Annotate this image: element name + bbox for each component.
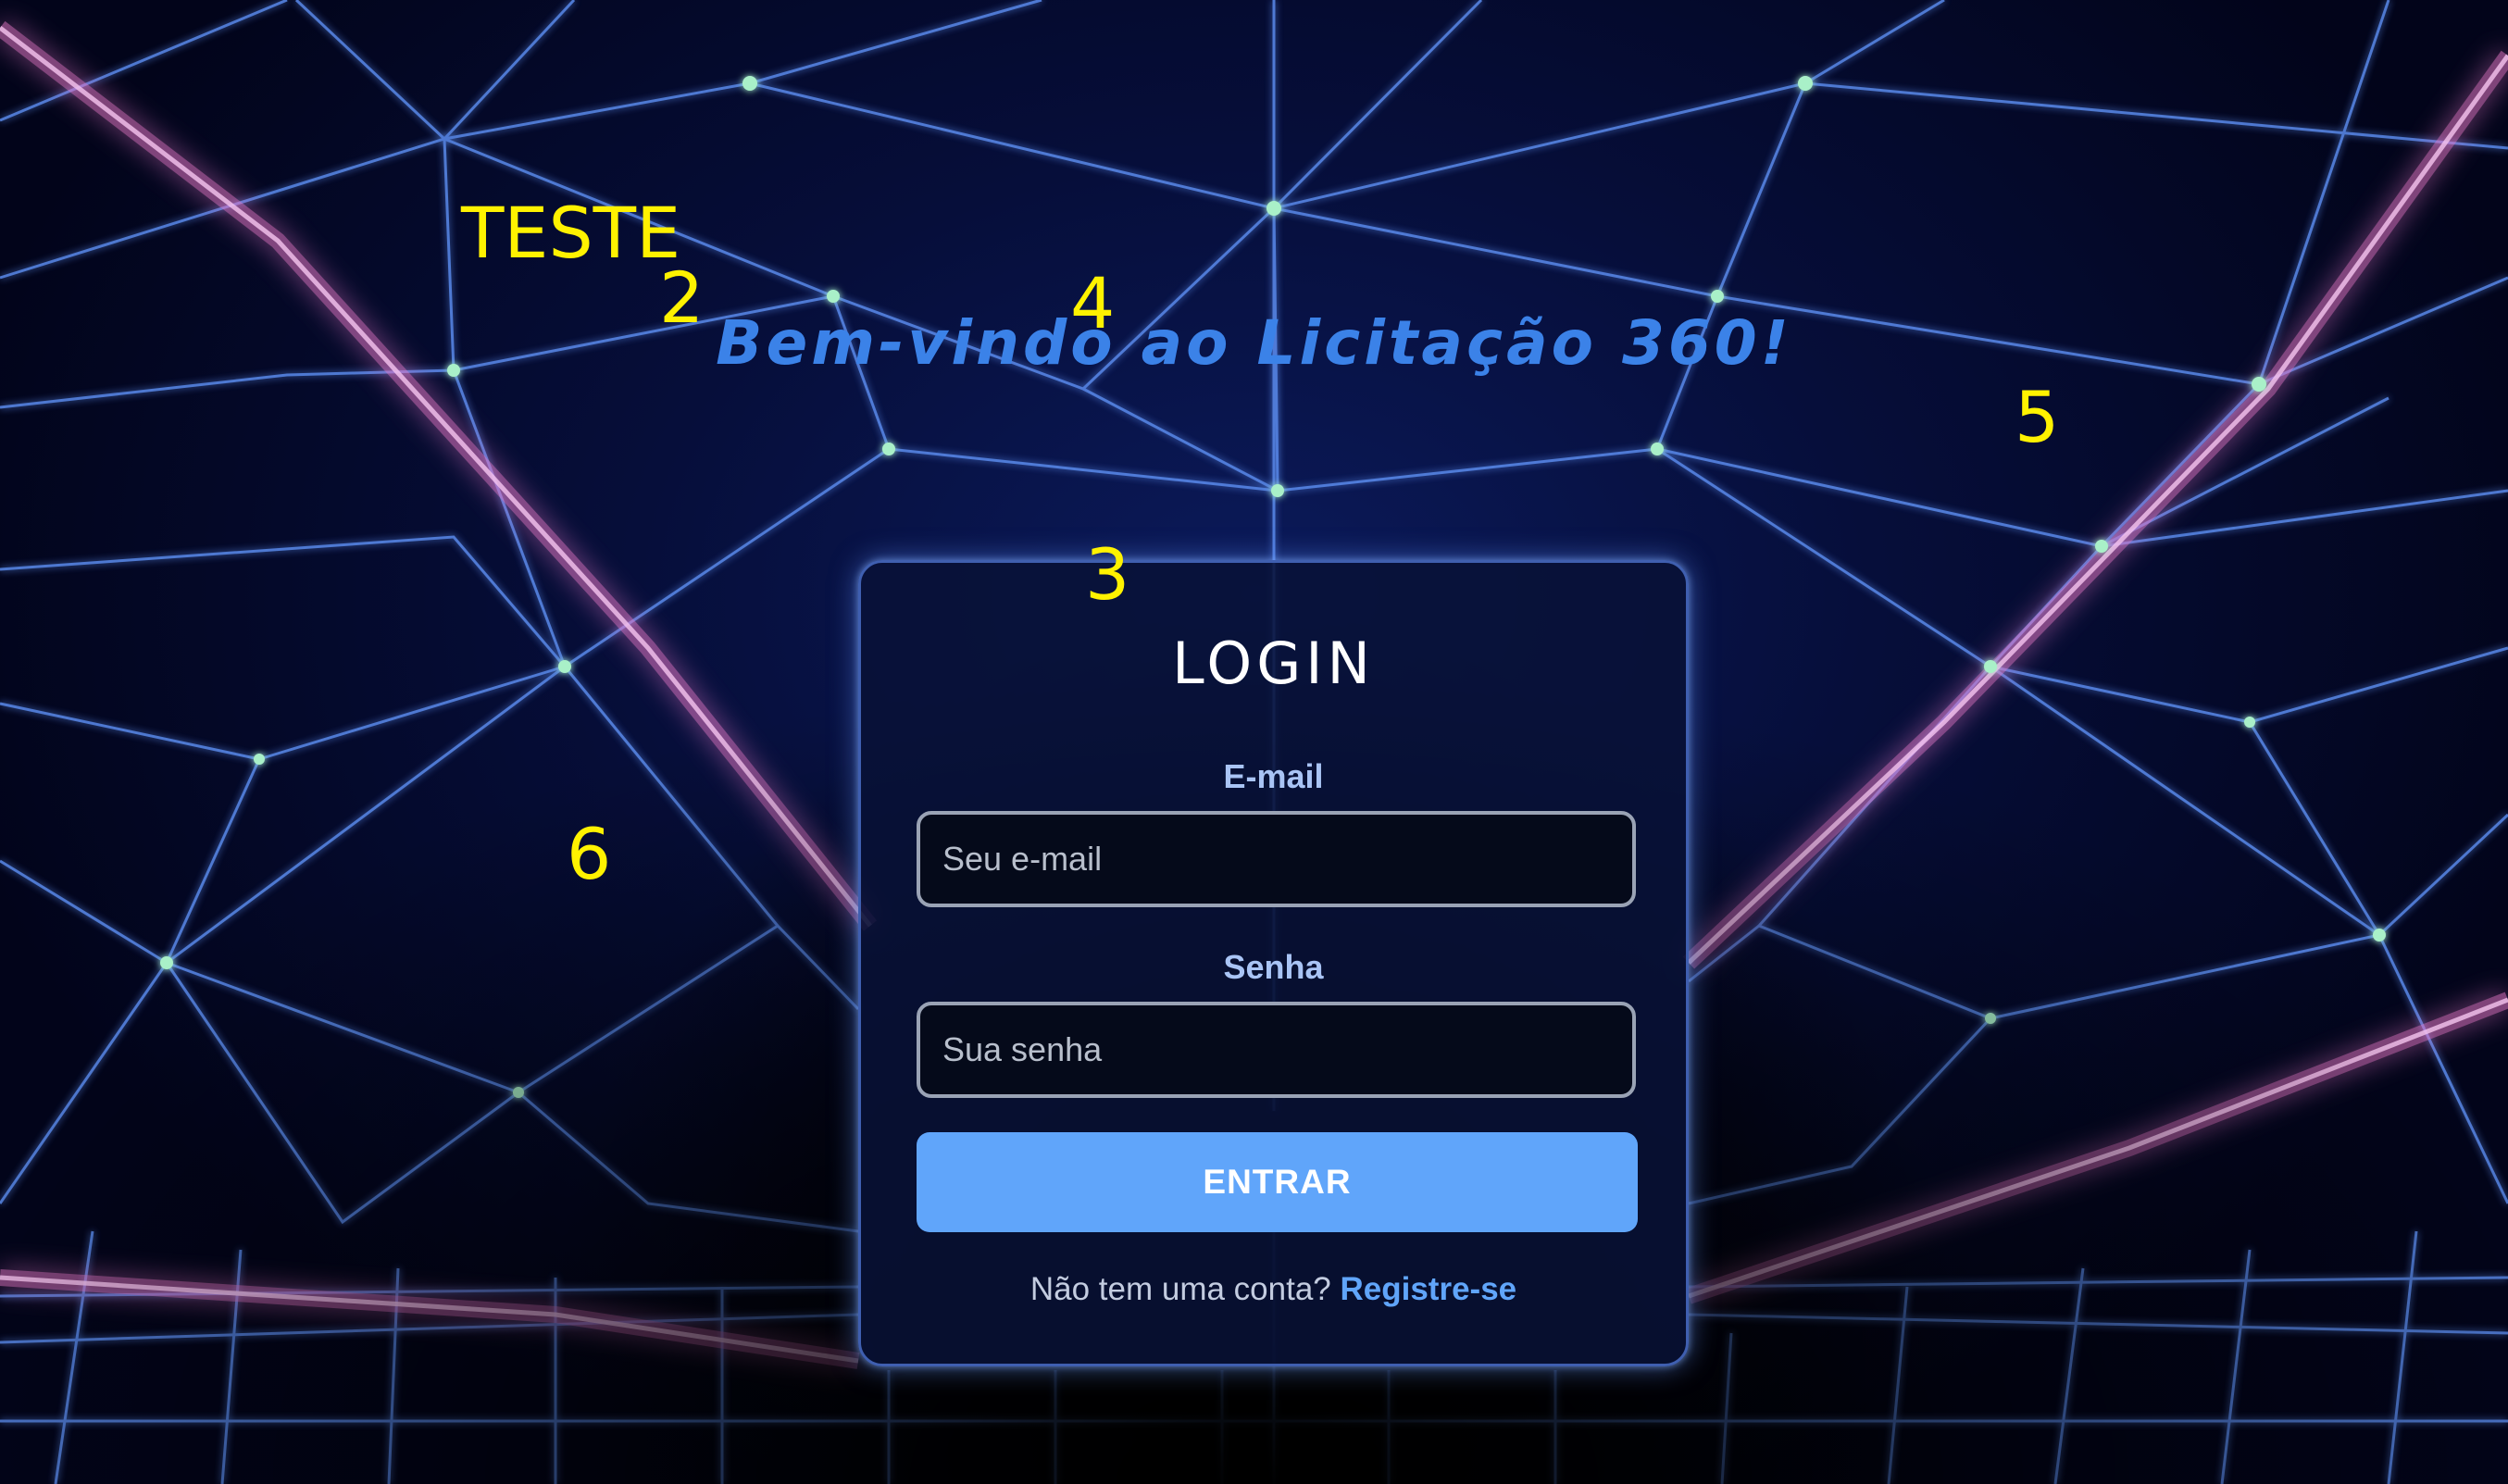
welcome-heading: Bem-vindo ao Licitação 360! — [716, 307, 1792, 379]
login-card: LOGIN E-mail Senha ENTRAR Não tem uma co… — [858, 560, 1689, 1366]
password-label: Senha — [1223, 948, 1324, 986]
register-prompt: Não tem uma conta? Registre-se — [861, 1273, 1686, 1305]
email-label: E-mail — [1223, 757, 1324, 795]
teste-label: TESTE — [461, 192, 681, 274]
overlay-number-3: 3 — [1085, 533, 1130, 616]
login-submit-button[interactable]: ENTRAR — [917, 1132, 1638, 1232]
overlay-number-6: 6 — [567, 813, 612, 895]
overlay-number-5: 5 — [2015, 376, 2060, 458]
email-input[interactable] — [917, 811, 1636, 907]
register-prompt-text: Não tem uma conta? — [1029, 1271, 1331, 1307]
login-title: LOGIN — [1172, 630, 1375, 697]
register-link[interactable]: Registre-se — [1341, 1271, 1517, 1307]
page-background: TESTE 2 4 5 6 Bem-vindo ao Licitação 360… — [0, 0, 2508, 1484]
password-input[interactable] — [917, 1002, 1636, 1098]
